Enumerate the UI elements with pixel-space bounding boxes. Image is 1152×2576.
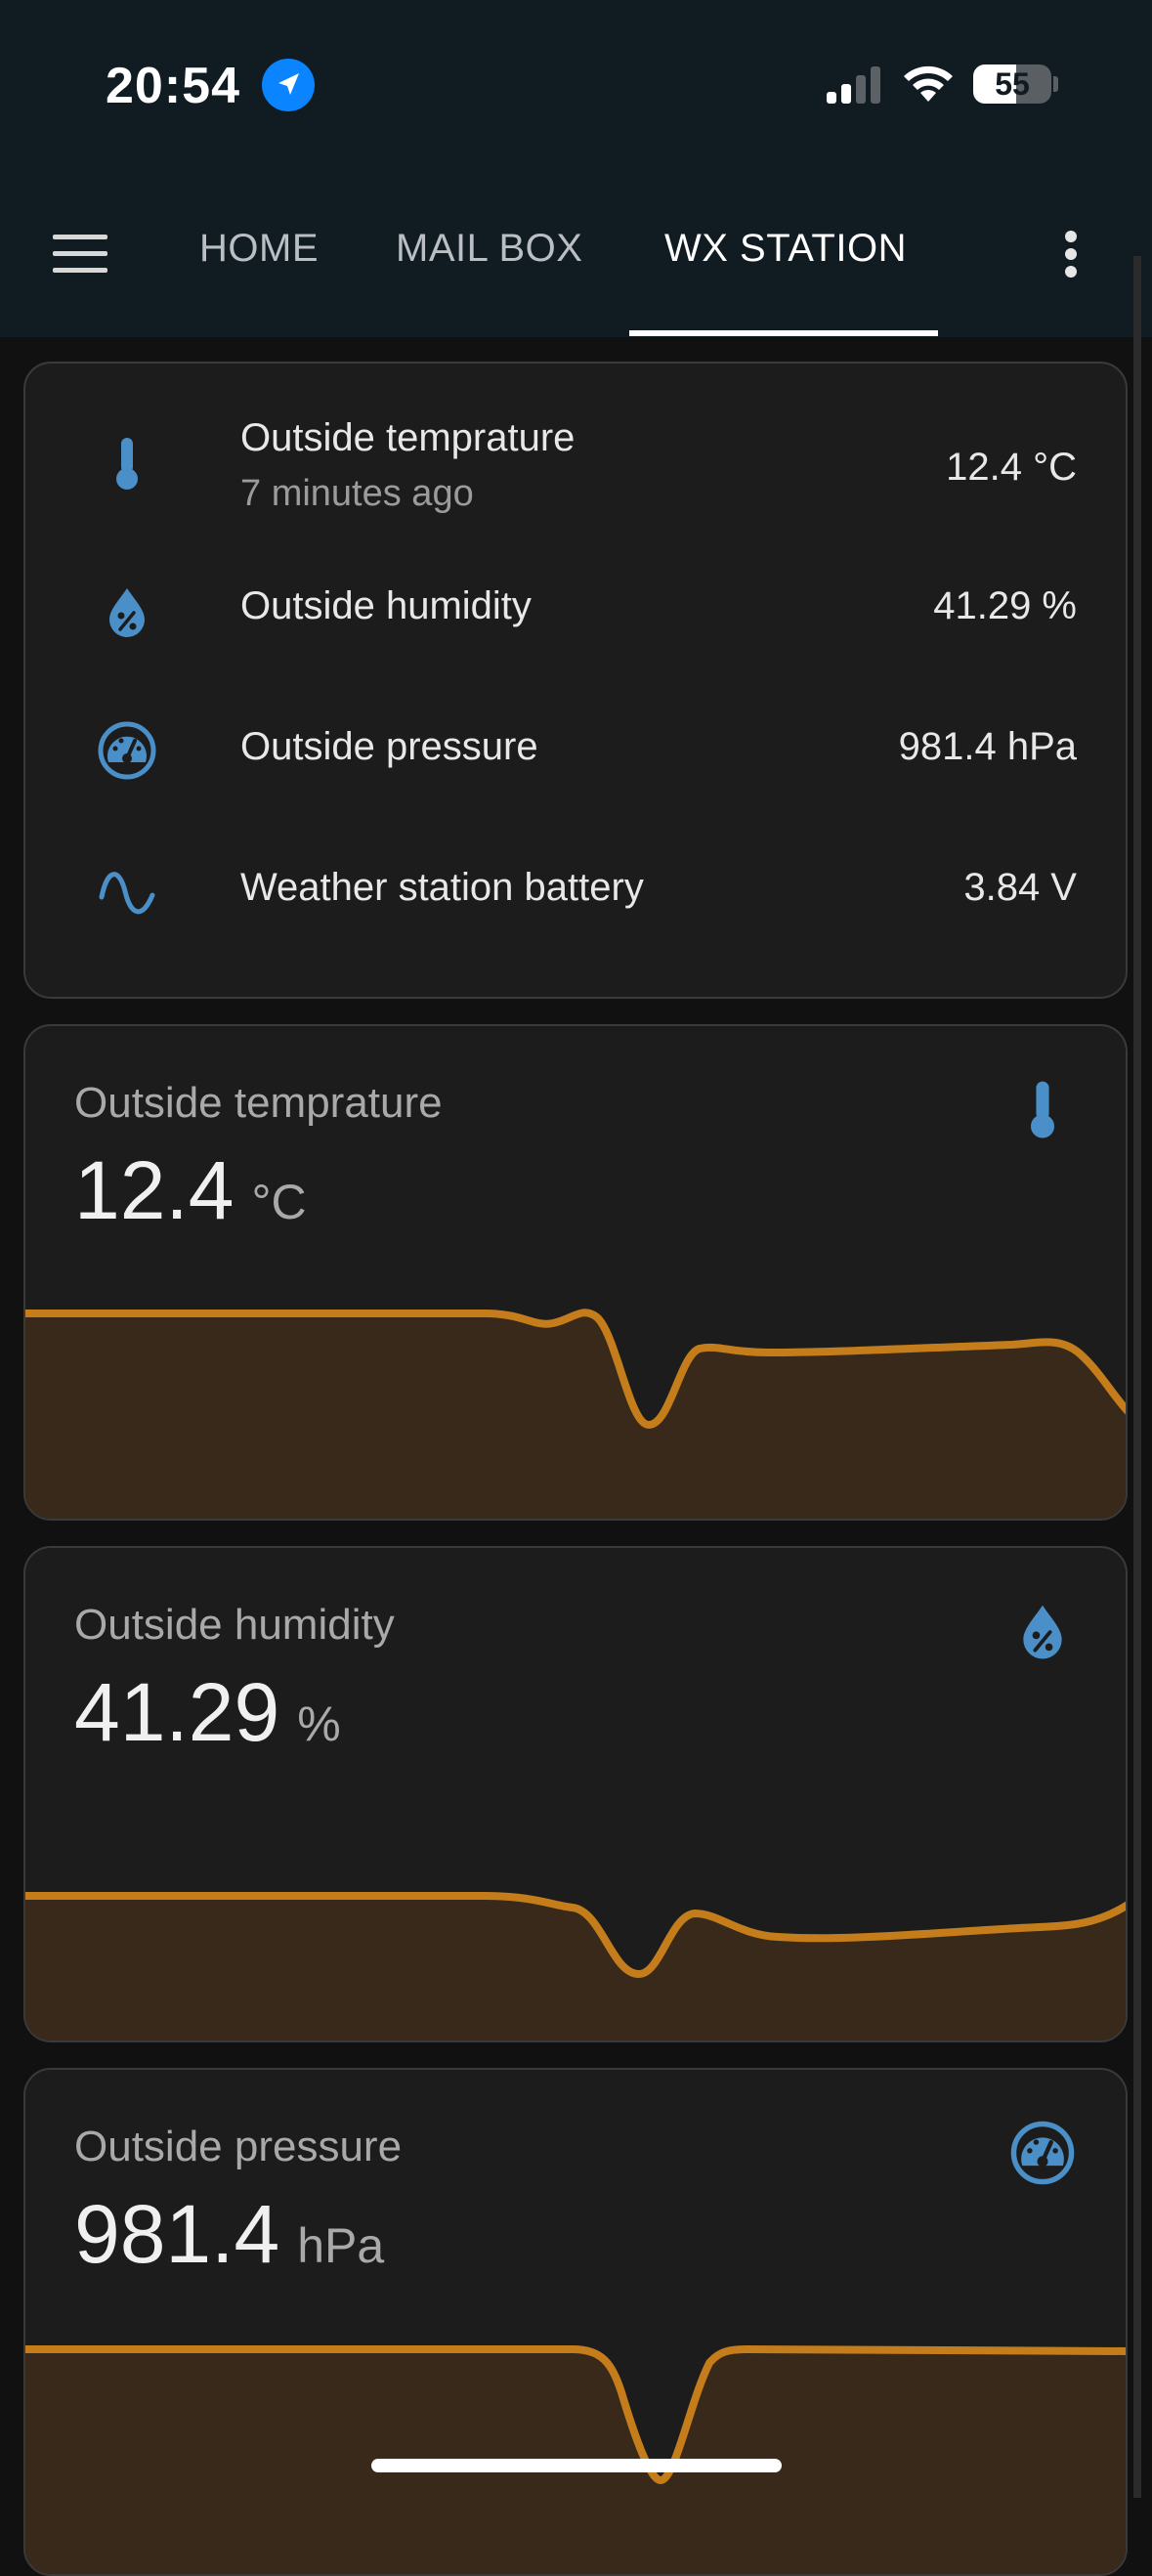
wifi-icon [904, 65, 953, 102]
thermometer-icon [116, 438, 138, 490]
status-time: 20:54 [106, 58, 240, 114]
water-percent-icon [109, 588, 145, 637]
sensor-card-title: Outside humidity [74, 1601, 395, 1649]
home-indicator[interactable] [371, 2459, 782, 2472]
humidity-history-graph [25, 1892, 1126, 2040]
active-tab-indicator [629, 330, 938, 336]
temperature-history-graph [25, 1309, 1126, 1519]
sensor-card-pressure[interactable]: Outside pressure 981.4 hPa [23, 2068, 1128, 2576]
water-percent-icon [1023, 1605, 1062, 1659]
sensor-card-title: Outside pressure [74, 2123, 403, 2170]
sensor-card-title: Outside temprature [74, 1079, 443, 1127]
sensor-card-unit: % [297, 1696, 341, 1751]
gauge-icon [1010, 2121, 1075, 2185]
sensor-card-unit: hPa [297, 2218, 385, 2273]
sensor-card-value-number: 41.29 [74, 1666, 280, 1758]
sensor-card-temperature[interactable]: Outside temprature 12.4 °C [23, 1024, 1128, 1521]
battery-percent: 55 [995, 66, 1030, 102]
entity-label-battery[interactable]: Weather station battery [240, 866, 644, 910]
sensor-card-value: 41.29% [74, 1665, 341, 1760]
location-arrow-icon [262, 59, 315, 111]
sensor-card-value-number: 981.4 [74, 2188, 280, 2280]
cellular-signal-icon [827, 66, 880, 104]
entity-label-pressure[interactable]: Outside pressure [240, 725, 538, 769]
entity-last-updated: 7 minutes ago [240, 473, 474, 514]
app-header: 20:54 55 HOME MAIL BOX WX STATION [0, 0, 1152, 337]
entity-label-temperature[interactable]: Outside temprature [240, 416, 575, 460]
tab-home[interactable]: HOME [199, 227, 319, 271]
sensor-card-value: 12.4 °C [74, 1143, 307, 1238]
sensor-card-value: 981.4 hPa [74, 2187, 384, 2282]
entity-label-humidity[interactable]: Outside humidity [240, 584, 532, 628]
sensor-card-humidity[interactable]: Outside humidity 41.29% [23, 1546, 1128, 2042]
entity-value-pressure[interactable]: 981.4 hPa [899, 725, 1077, 769]
entity-value-humidity[interactable]: 41.29 % [933, 584, 1077, 628]
battery-icon: 55 [973, 64, 1051, 104]
gauge-icon [98, 721, 156, 780]
sine-wave-icon [99, 872, 155, 915]
sensor-card-unit: °C [251, 1175, 307, 1229]
entity-value-battery[interactable]: 3.84 V [963, 866, 1077, 910]
more-vertical-icon[interactable] [1059, 227, 1083, 281]
battery-cap [1053, 76, 1058, 92]
hamburger-menu-icon[interactable] [53, 233, 111, 276]
pressure-history-graph [25, 2344, 1126, 2574]
thermometer-icon [1030, 1081, 1055, 1138]
tab-wx-station[interactable]: WX STATION [664, 227, 907, 271]
sensor-card-value-number: 12.4 [74, 1144, 235, 1236]
tab-mail-box[interactable]: MAIL BOX [396, 227, 582, 271]
entities-card: Outside temprature 7 minutes ago 12.4 °C… [23, 362, 1128, 999]
scrollbar[interactable] [1133, 256, 1141, 2498]
entity-value-temperature[interactable]: 12.4 °C [946, 446, 1077, 490]
